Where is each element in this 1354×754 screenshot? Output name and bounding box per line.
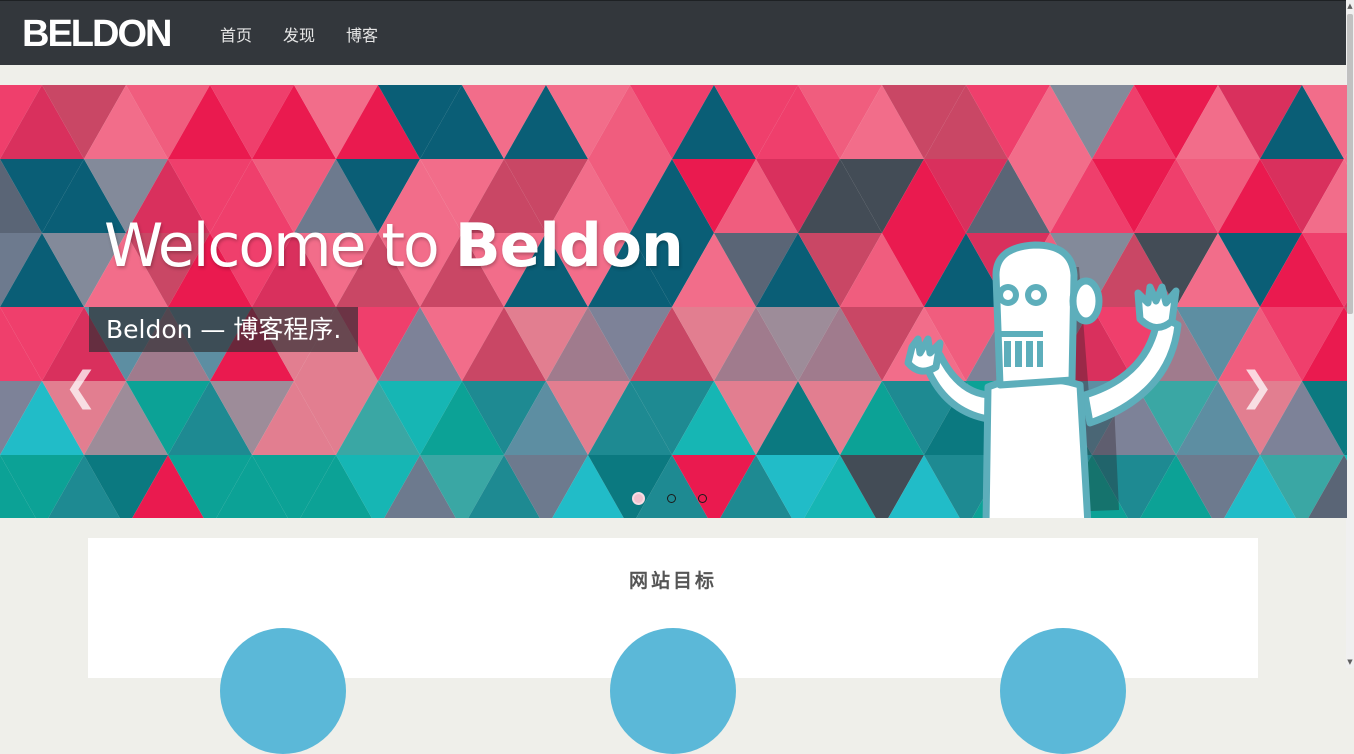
hero-title-bold: Beldon xyxy=(454,211,684,281)
robot-illustration xyxy=(904,241,1182,518)
goals-title: 网站目标 xyxy=(628,570,717,592)
carousel-next-button[interactable]: ❯ xyxy=(1240,365,1274,409)
goals-section: 网站目标 xyxy=(88,538,1258,754)
scroll-down-arrow-icon[interactable]: ▼ xyxy=(1346,658,1354,666)
goal-circle-2 xyxy=(610,628,736,754)
chevron-left-icon: ❮ xyxy=(64,364,98,410)
carousel-indicators xyxy=(632,492,707,505)
chevron-right-icon: ❯ xyxy=(1240,364,1274,410)
hero-title: Welcome to Beldon xyxy=(104,211,684,281)
carousel-indicator-3[interactable] xyxy=(698,494,707,503)
goal-circle-3 xyxy=(1000,628,1126,754)
nav-links: 首页 发现 博客 xyxy=(220,22,378,46)
top-navbar: BELDON 首页 发现 博客 xyxy=(0,0,1346,65)
hero-carousel: Welcome to Beldon Beldon — 博客程序. ❮ ❯ xyxy=(0,85,1347,518)
carousel-indicator-1[interactable] xyxy=(632,492,645,505)
hero-title-light: Welcome to xyxy=(104,211,455,281)
hero-subtitle: Beldon — 博客程序. xyxy=(89,307,359,352)
nav-link-blog[interactable]: 博客 xyxy=(346,22,378,46)
nav-link-home[interactable]: 首页 xyxy=(220,22,252,46)
nav-link-discover[interactable]: 发现 xyxy=(283,22,315,46)
carousel-indicator-2[interactable] xyxy=(667,494,676,503)
scroll-up-arrow-icon[interactable]: ▲ xyxy=(1346,2,1354,10)
brand-logo[interactable]: BELDON xyxy=(22,13,172,55)
scroll-thumb[interactable] xyxy=(1347,14,1353,314)
goal-circle-1 xyxy=(220,628,346,754)
page-scrollbar[interactable]: ▲ ▼ xyxy=(1346,0,1354,668)
carousel-prev-button[interactable]: ❮ xyxy=(64,365,98,409)
